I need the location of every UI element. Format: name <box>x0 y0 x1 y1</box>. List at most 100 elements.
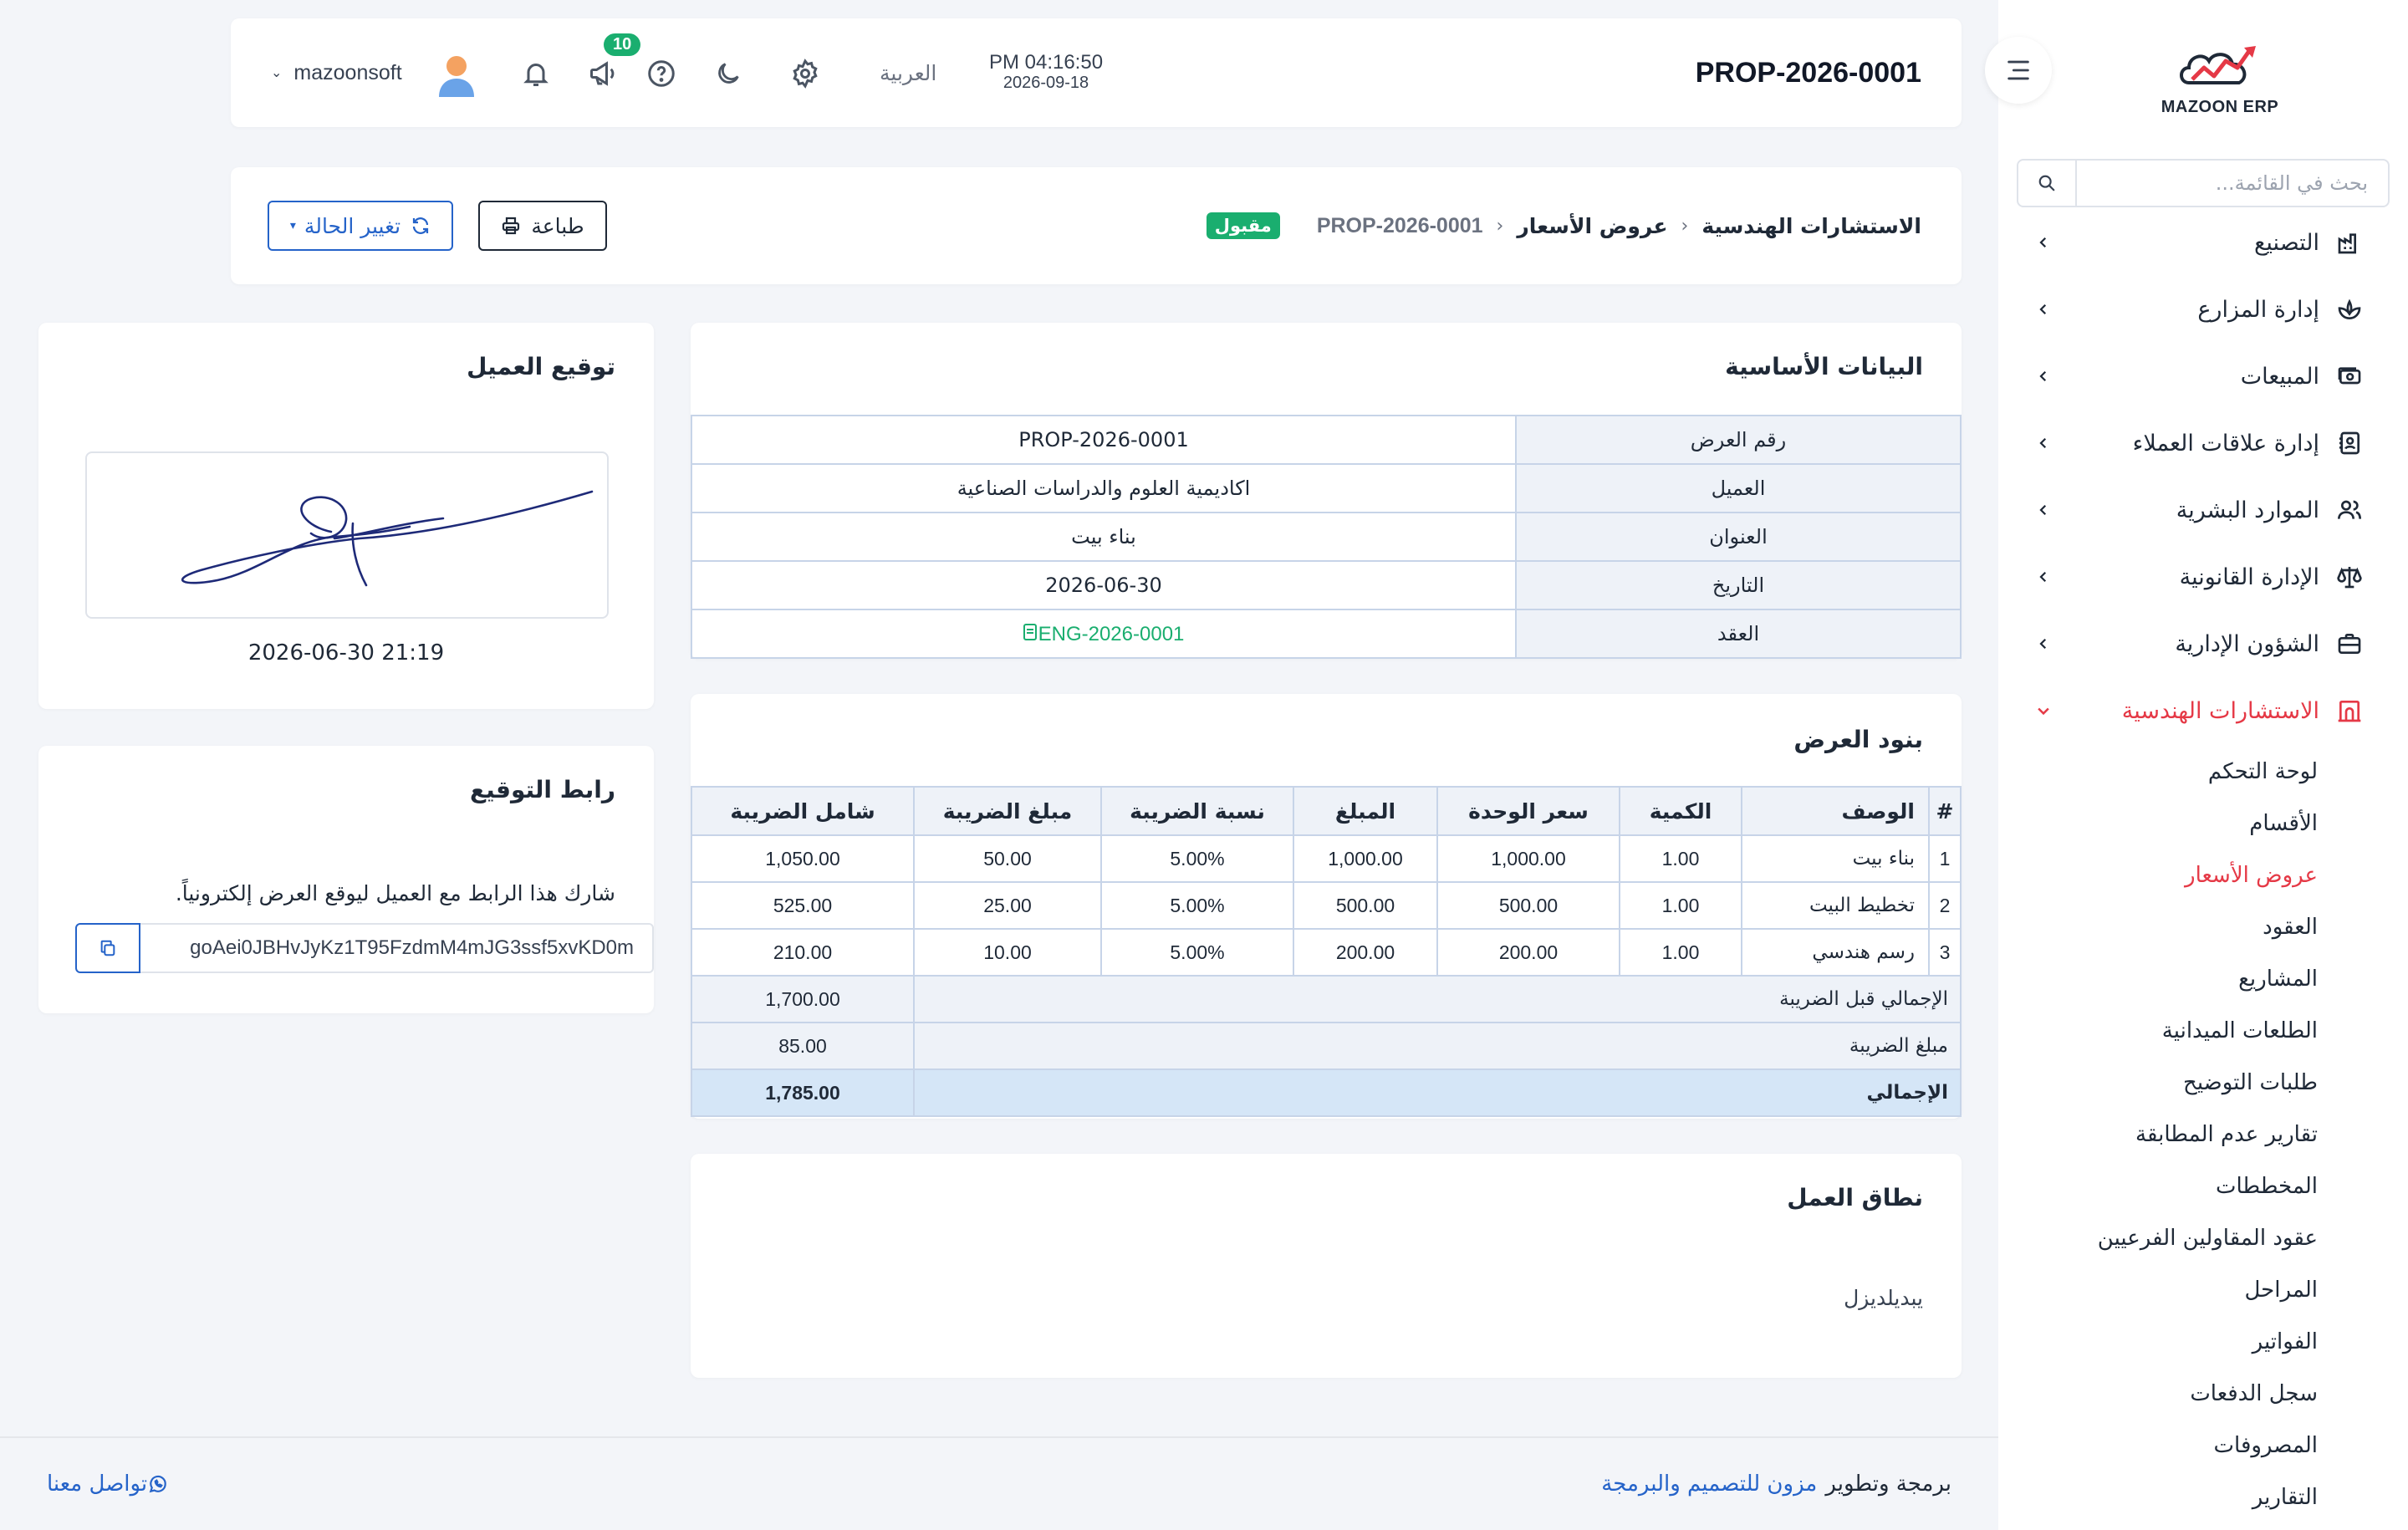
submenu-item-projects[interactable]: المشاريع <box>1998 953 2408 1005</box>
breadcrumb-current: PROP-2026-0001 <box>1316 213 1483 237</box>
sidebar-item-engineering-consulting[interactable]: الاستشارات الهندسية <box>1998 677 2408 744</box>
proposal-items-table: # الوصف الكمية سعر الوحدة المبلغ نسبة ال… <box>691 786 1962 1117</box>
signature-image <box>85 451 609 619</box>
chevron-left-icon <box>2032 431 2055 455</box>
contact-us-link[interactable]: تواصل معنا <box>47 1438 179 1530</box>
table-row: العقد ENG-2026-0001 <box>691 609 1962 659</box>
col-header: # <box>1928 786 1962 836</box>
cell: بناء بيت <box>1741 834 1930 883</box>
cell: 1,050.00 <box>691 834 915 883</box>
submenu-item-reports[interactable]: التقارير <box>1998 1471 2408 1523</box>
total-row: الإجمالي 1,785.00 <box>691 1068 1962 1117</box>
app-logo[interactable]: MAZOON ERP <box>2157 33 2283 117</box>
submenu-item-invoices[interactable]: الفواتير <box>1998 1316 2408 1368</box>
dark-mode-icon[interactable] <box>709 54 747 93</box>
sidebar-item-sales[interactable]: المبيعات <box>1998 343 2408 410</box>
change-status-button[interactable]: تغيير الحالة ▾ <box>268 201 453 251</box>
copy-link-button[interactable] <box>75 923 140 973</box>
chevron-left-icon <box>2032 565 2055 589</box>
basic-info-title: البيانات الأساسية <box>1725 353 1923 380</box>
sidebar-item-manufacturing[interactable]: التصنيع <box>1998 209 2408 276</box>
footer-credit: برمجة وتطوير مزون للتصميم والبرمجة <box>1601 1438 1951 1530</box>
submenu-item-subcontracts[interactable]: عقود المقاولين الفرعيين <box>1998 1212 2408 1264</box>
signing-link-field <box>75 923 654 973</box>
logo-text: MAZOON ERP <box>2161 98 2279 116</box>
cell: 2 <box>1928 881 1962 930</box>
tax-label: مبلغ الضريبة <box>913 1022 1962 1070</box>
proposal-items-card: بنود العرض # الوصف الكمية سعر الوحدة الم… <box>691 694 1962 1119</box>
submenu-item-drawings[interactable]: المخططات <box>1998 1160 2408 1212</box>
help-icon[interactable] <box>642 54 681 93</box>
info-label: التاريخ <box>1515 560 1962 610</box>
col-header: مبلغ الضريبة <box>913 786 1102 836</box>
submenu-item-phases[interactable]: المراحل <box>1998 1264 2408 1316</box>
change-status-label: تغيير الحالة <box>304 213 401 238</box>
signing-link-input[interactable] <box>140 923 654 973</box>
scope-text: يبديلديزل <box>1844 1286 1923 1310</box>
submenu-item-ncr[interactable]: تقارير عدم المطابقة <box>1998 1109 2408 1160</box>
sidebar-item-admin-affairs[interactable]: الشؤون الإدارية <box>1998 610 2408 677</box>
submenu-item-rfi[interactable]: طلبات التوضيح <box>1998 1057 2408 1109</box>
signature-title: توقيع العميل <box>467 353 615 380</box>
settings-icon[interactable] <box>786 54 824 93</box>
submenu-item-payments[interactable]: سجل الدفعات <box>1998 1368 2408 1420</box>
sidebar: MAZOON ERP التصنيع إدارة المزارع المبي <box>1998 0 2408 1530</box>
user-name: mazoonsoft <box>293 60 402 84</box>
table-row: العميل اكاديمية العلوم والدراسات الصناعي… <box>691 463 1962 513</box>
submenu-item-departments[interactable]: الأقسام <box>1998 798 2408 849</box>
contract-link[interactable]: ENG-2026-0001 <box>1023 622 1185 645</box>
cell: 10.00 <box>913 928 1102 977</box>
submenu-item-contracts[interactable]: العقود <box>1998 901 2408 953</box>
sidebar-item-label: المبيعات <box>2240 363 2319 390</box>
breadcrumb-proposals[interactable]: عروض الأسعار <box>1517 214 1667 238</box>
language-switch[interactable]: العربية <box>880 18 936 127</box>
submenu-item-dashboard[interactable]: لوحة التحكم <box>1998 746 2408 798</box>
cell: 200.00 <box>1293 928 1438 977</box>
page-title: PROP-2026-0001 <box>1695 56 1921 89</box>
announcements-icon[interactable] <box>584 54 622 93</box>
info-label: العنوان <box>1515 512 1962 562</box>
cell: 1 <box>1928 834 1962 883</box>
printer-icon <box>501 216 521 236</box>
status-badge: مقبول <box>1206 212 1280 239</box>
sidebar-item-farms[interactable]: إدارة المزارع <box>1998 276 2408 343</box>
cash-icon <box>2333 360 2366 393</box>
sidebar-search-input[interactable] <box>2077 161 2388 206</box>
chevron-left-icon <box>2032 298 2055 321</box>
info-value: بناء بيت <box>691 512 1517 562</box>
document-icon <box>1023 623 1037 640</box>
breadcrumb-engineering[interactable]: الاستشارات الهندسية <box>1701 214 1921 238</box>
cell: 50.00 <box>913 834 1102 883</box>
info-label: رقم العرض <box>1515 415 1962 465</box>
clock-date: 2026-09-18 <box>1002 74 1089 92</box>
notifications-bell-icon[interactable] <box>517 54 555 93</box>
cell: رسم هندسي <box>1741 928 1930 977</box>
submenu-item-expenses[interactable]: المصروفات <box>1998 1420 2408 1471</box>
proposal-items-title: بنود العرض <box>1793 726 1923 753</box>
search-icon[interactable] <box>2018 161 2077 206</box>
users-icon <box>2333 493 2366 527</box>
total-label: الإجمالي <box>913 1068 1962 1117</box>
user-menu[interactable]: ⌄ mazoonsoft <box>271 18 402 127</box>
col-header: الكمية <box>1619 786 1742 836</box>
footer-brand-link[interactable]: مزون للتصميم والبرمجة <box>1601 1471 1817 1497</box>
sidebar-item-legal[interactable]: الإدارة القانونية <box>1998 543 2408 610</box>
total-value: 1,785.00 <box>691 1068 915 1117</box>
contract-cell: ENG-2026-0001 <box>691 609 1517 659</box>
copy-icon <box>100 940 115 956</box>
info-label: العميل <box>1515 463 1962 513</box>
sidebar-menu: التصنيع إدارة المزارع المبيعات إدارة علا… <box>1998 209 2408 1523</box>
print-button[interactable]: طباعة <box>478 201 607 251</box>
sidebar-item-crm[interactable]: إدارة علاقات العملاء <box>1998 410 2408 477</box>
table-header-row: # الوصف الكمية سعر الوحدة المبلغ نسبة ال… <box>691 786 1962 836</box>
contact-us-label: تواصل معنا <box>47 1471 148 1497</box>
clock-time: PM 04:16:50 <box>988 51 1104 74</box>
sidebar-toggle-button[interactable] <box>1985 37 2052 104</box>
submenu-item-proposals[interactable]: عروض الأسعار <box>1998 849 2408 901</box>
contract-link-text: ENG-2026-0001 <box>1038 622 1185 645</box>
sidebar-item-hr[interactable]: الموارد البشرية <box>1998 477 2408 543</box>
notification-count-badge: 10 <box>604 33 641 56</box>
cell: تخطيط البيت <box>1741 881 1930 930</box>
submenu-item-site-visits[interactable]: الطلعات الميدانية <box>1998 1005 2408 1057</box>
avatar[interactable] <box>436 54 477 97</box>
